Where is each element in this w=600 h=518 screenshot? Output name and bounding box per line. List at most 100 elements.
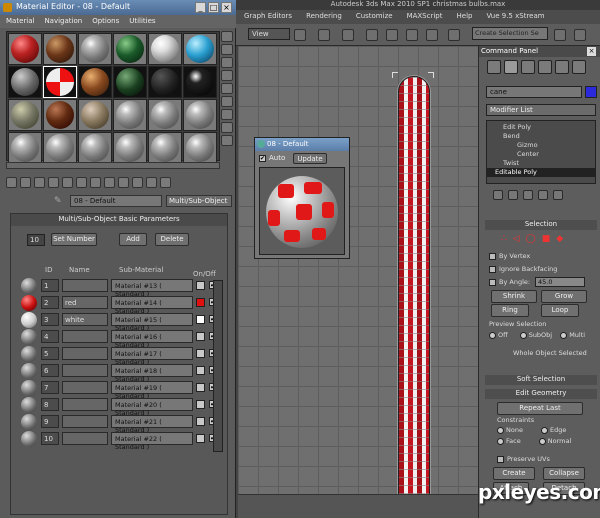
column-header-submaterial[interactable]: Sub-Material [119,266,163,274]
stack-item-editable-poly[interactable]: Editable Poly [487,168,595,177]
stack-item-edit-poly[interactable]: Edit Poly [487,123,595,132]
submaterial-id[interactable]: 10 [41,432,59,445]
submaterial-button[interactable]: Material #14 ( Standard ) [111,296,193,315]
auto-checkbox-box[interactable]: ✔ [259,154,266,162]
shrink-button[interactable]: Shrink [491,290,537,303]
create-button[interactable]: Create [493,467,535,480]
menu-utilities[interactable]: Utilities [129,17,155,28]
by-vertex-checkbox[interactable]: By Vertex [489,252,530,260]
submaterial-button[interactable]: Material #17 ( Standard ) [111,347,193,366]
by-vertex-box[interactable] [489,252,496,260]
submaterial-name[interactable] [62,347,108,360]
stack-item-twist[interactable]: Twist [487,159,595,168]
modifier-list-dropdown[interactable]: Modifier List [486,104,596,116]
video-color-check-icon[interactable] [221,83,233,94]
submaterial-id[interactable]: 1 [41,279,59,292]
menu-navigation[interactable]: Navigation [44,17,82,28]
submaterial-swatch[interactable] [21,278,37,294]
put-to-scene-icon[interactable] [20,177,31,188]
add-button[interactable]: Add [119,233,147,246]
submaterial-id[interactable]: 9 [41,415,59,428]
motion-tab-icon[interactable] [538,60,552,74]
off-radio[interactable] [489,331,496,339]
submaterial-color[interactable] [196,349,205,358]
submaterial-button[interactable]: Material #15 ( Standard ) [111,313,193,332]
submaterial-swatch[interactable] [21,363,37,379]
make-unique-icon[interactable] [523,190,533,200]
make-unique-icon[interactable] [76,177,87,188]
submaterial-list-scrollbar[interactable] [213,280,223,452]
submaterial-button[interactable]: Material #22 ( Standard ) [111,432,193,451]
make-copy-icon[interactable] [62,177,73,188]
material-slot[interactable] [43,132,77,164]
material-slot[interactable] [148,99,182,131]
minimize-button[interactable]: _ [195,2,206,13]
material-slot[interactable] [78,99,112,131]
border-icon[interactable]: ◯ [526,234,536,248]
auto-checkbox[interactable]: ✔ Auto [259,154,285,162]
submaterial-name[interactable]: white [62,313,108,326]
edge-radio[interactable] [541,426,549,434]
soft-selection-rollout-header[interactable]: Soft Selection [485,375,597,385]
put-to-library-icon[interactable] [90,177,101,188]
edit-named-selection-icon[interactable] [448,29,460,41]
submaterial-color[interactable] [196,400,205,409]
select-by-material-icon[interactable] [221,122,233,133]
submaterial-swatch[interactable] [21,329,37,345]
submaterial-name[interactable] [62,364,108,377]
column-header-id[interactable]: ID [45,266,52,274]
menu-material[interactable]: Material [6,17,34,28]
eyedropper-icon[interactable]: ✎ [54,196,62,206]
background-icon[interactable] [221,57,233,68]
go-forward-to-sibling-icon[interactable] [160,177,171,188]
rollout-title[interactable]: Multi/Sub-Object Basic Parameters [11,214,227,226]
submaterial-color[interactable] [196,383,205,392]
submaterial-color[interactable] [196,417,205,426]
column-header-name[interactable]: Name [69,266,90,274]
maximize-button[interactable]: □ [208,2,219,13]
element-icon[interactable]: ◆ [556,234,563,248]
sample-uv-tiling-icon[interactable] [221,70,233,81]
material-slot[interactable] [43,99,77,131]
submaterial-name[interactable] [62,415,108,428]
angle-spinner[interactable]: 45.0 [535,277,585,287]
hierarchy-tab-icon[interactable] [521,60,535,74]
submaterial-button[interactable]: Material #20 ( Standard ) [111,398,193,417]
backlight-icon[interactable] [221,44,233,55]
submaterial-name[interactable] [62,381,108,394]
preview-titlebar[interactable]: 08 - Default [255,138,349,151]
go-to-parent-icon[interactable] [146,177,157,188]
loop-button[interactable]: Loop [541,304,579,317]
set-number-button[interactable]: Set Number [51,233,97,246]
stack-item-gizmo[interactable]: Gizmo [487,141,595,150]
normal-radio[interactable] [538,437,546,445]
edge-icon[interactable]: ◁ [513,234,520,248]
multi-radio[interactable] [560,331,568,339]
submaterial-id[interactable]: 3 [41,313,59,326]
material-slot[interactable] [78,33,112,65]
polygon-icon[interactable]: ■ [542,234,551,248]
material-slot[interactable] [113,33,147,65]
submaterial-id[interactable]: 8 [41,398,59,411]
menu-rendering[interactable]: Rendering [306,12,342,24]
ignore-backfacing-box[interactable] [489,265,496,273]
options-icon[interactable] [221,109,233,120]
percent-snap-icon[interactable] [406,29,418,41]
stack-item-bend[interactable]: Bend [487,132,595,141]
submaterial-name[interactable] [62,432,108,445]
submaterial-swatch[interactable] [21,397,37,413]
configure-modifier-sets-icon[interactable] [553,190,563,200]
material-slot[interactable] [78,132,112,164]
reset-map-icon[interactable] [48,177,59,188]
subobj-radio[interactable] [519,331,527,339]
edit-geometry-rollout-header[interactable]: Edit Geometry [485,389,597,399]
repeat-last-button[interactable]: Repeat Last [497,402,583,415]
menu-customize[interactable]: Customize [356,12,393,24]
material-slot[interactable] [78,66,112,98]
reference-coordinate-dropdown[interactable]: View [248,28,290,40]
submaterial-color[interactable] [196,315,205,324]
show-map-in-viewport-icon[interactable] [118,177,129,188]
submaterial-color[interactable] [196,332,205,341]
submaterial-name[interactable]: red [62,296,108,309]
submaterial-id[interactable]: 7 [41,381,59,394]
